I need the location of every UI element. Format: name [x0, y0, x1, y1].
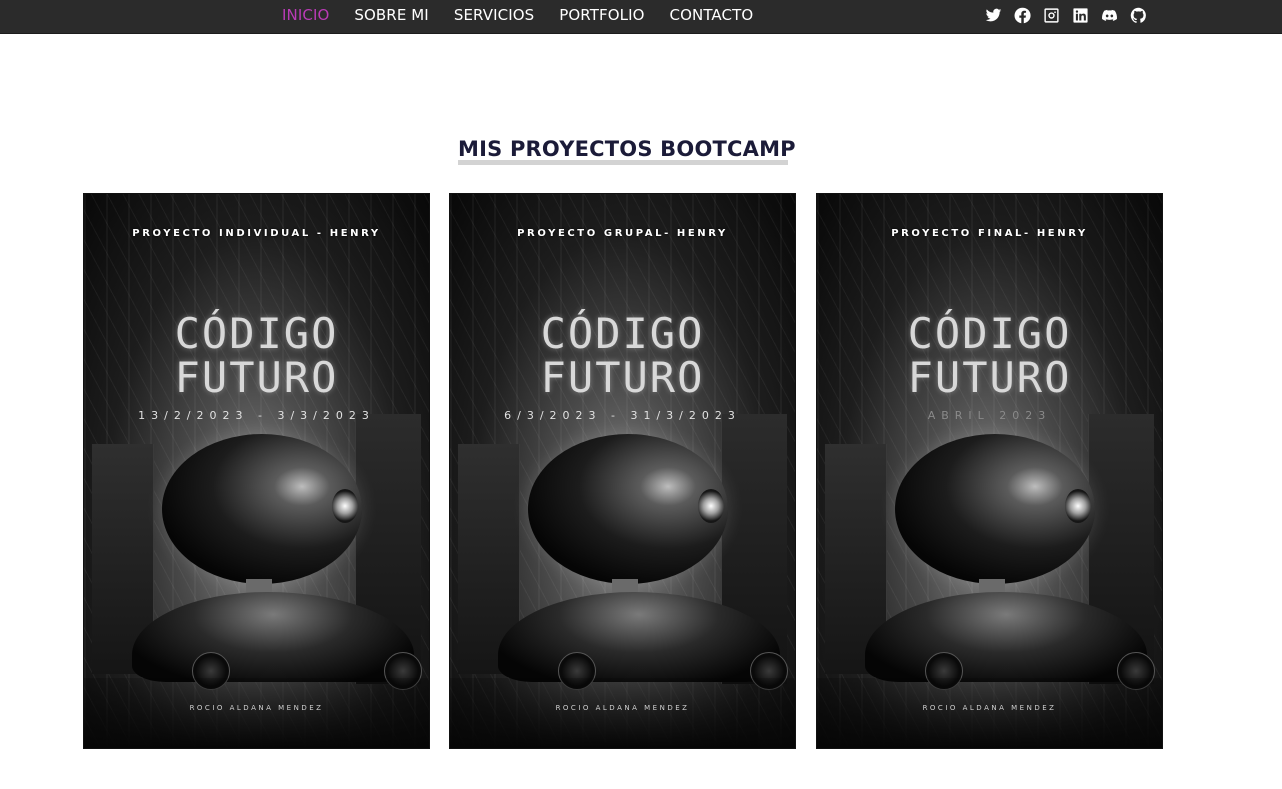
card-title-line2: FUTURO [174, 353, 339, 402]
card-title: CÓDIGO FUTURO [84, 312, 429, 400]
nav-link-inicio[interactable]: INICIO [282, 6, 329, 24]
card-title-line1: CÓDIGO [540, 309, 705, 358]
main-nav: INICIO SOBRE MI SERVICIOS PORTFOLIO CONT… [282, 0, 753, 30]
project-card-grupal[interactable]: PROYECTO GRUPAL- HENRY CÓDIGO FUTURO 6/3… [449, 193, 796, 749]
github-icon[interactable] [1129, 6, 1147, 24]
card-dates: 13/2/2023 - 3/3/2023 [138, 409, 375, 422]
nav-link-servicios[interactable]: SERVICIOS [454, 6, 534, 24]
card-author: ROCIO ALDANA MENDEZ [555, 704, 690, 712]
card-dates: 6/3/2023 - 31/3/2023 [504, 409, 741, 422]
robot-eye-image [698, 489, 724, 523]
ground-image [817, 678, 1162, 748]
title-underline [458, 160, 788, 165]
card-title-line1: CÓDIGO [174, 309, 339, 358]
project-card-individual[interactable]: PROYECTO INDIVIDUAL - HENRY CÓDIGO FUTUR… [83, 193, 430, 749]
nav-link-sobre-mi[interactable]: SOBRE MI [354, 6, 428, 24]
instagram-icon[interactable] [1042, 6, 1060, 24]
ground-image [450, 678, 795, 748]
card-title: CÓDIGO FUTURO [450, 312, 795, 400]
twitter-icon[interactable] [984, 6, 1002, 24]
card-top-label: PROYECTO INDIVIDUAL - HENRY [132, 228, 381, 239]
card-top-label: PROYECTO GRUPAL- HENRY [517, 228, 728, 239]
card-dates: ABRIL 2023 [927, 409, 1052, 422]
robot-eye-image [1065, 489, 1091, 523]
linkedin-icon[interactable] [1071, 6, 1089, 24]
section-title: MIS PROYECTOS BOOTCAMP [458, 137, 796, 161]
card-title: CÓDIGO FUTURO [817, 312, 1162, 400]
discord-icon[interactable] [1100, 6, 1118, 24]
card-author: ROCIO ALDANA MENDEZ [189, 704, 324, 712]
nav-link-portfolio[interactable]: PORTFOLIO [559, 6, 644, 24]
card-title-line2: FUTURO [907, 353, 1072, 402]
card-top-label: PROYECTO FINAL- HENRY [891, 228, 1088, 239]
top-navbar: INICIO SOBRE MI SERVICIOS PORTFOLIO CONT… [0, 0, 1282, 34]
ground-image [84, 678, 429, 748]
nav-link-contacto[interactable]: CONTACTO [670, 6, 754, 24]
card-title-line2: FUTURO [540, 353, 705, 402]
facebook-icon[interactable] [1013, 6, 1031, 24]
social-links [984, 5, 1147, 25]
robot-eye-image [332, 489, 358, 523]
card-title-line1: CÓDIGO [907, 309, 1072, 358]
project-card-final[interactable]: PROYECTO FINAL- HENRY CÓDIGO FUTURO ABRI… [816, 193, 1163, 749]
card-author: ROCIO ALDANA MENDEZ [922, 704, 1057, 712]
